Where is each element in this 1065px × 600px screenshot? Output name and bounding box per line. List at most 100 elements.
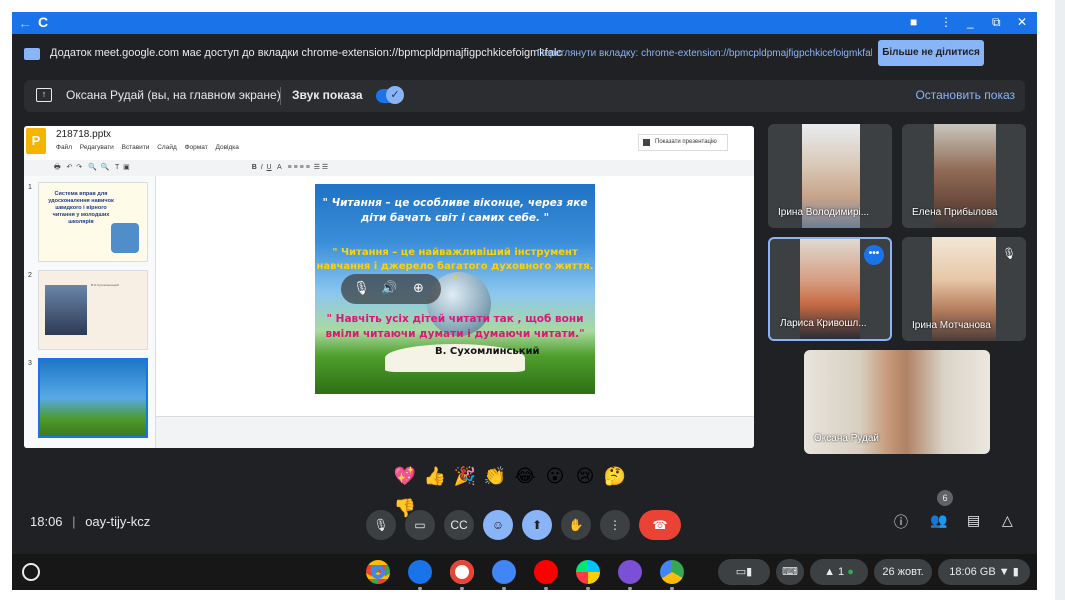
clock-label: 18:06 — [949, 566, 977, 578]
slide-thumbnails-panel: 1 Система вправ для удосконалення навичо… — [24, 176, 156, 448]
menu-insert[interactable]: Вставити — [122, 144, 150, 151]
back-arrow-icon[interactable]: ← — [18, 15, 32, 31]
screen-share-tray[interactable]: ▭▮ — [718, 559, 770, 585]
menu-file[interactable]: Файл — [56, 144, 72, 151]
stop-presenting-button[interactable]: Остановить показ — [915, 88, 1015, 102]
align-justify-icon[interactable]: ≡ — [306, 164, 310, 171]
more-vert-icon[interactable]: ⋮ — [940, 15, 952, 29]
tab-sharing-infobar: Додаток meet.google.com має доступ до вк… — [12, 34, 1037, 76]
menu-edit[interactable]: Редагувати — [80, 144, 114, 151]
present-button[interactable]: Показати презентацію — [638, 134, 728, 151]
keyboard-tray[interactable]: ⌨ — [776, 559, 804, 585]
bulleted-list-icon[interactable]: ☰ — [322, 164, 328, 171]
camera-button[interactable]: ▭ — [405, 510, 435, 540]
gmail-icon[interactable] — [450, 560, 474, 590]
align-left-icon[interactable]: ≡ — [288, 164, 292, 171]
thumbs-up-reaction[interactable]: 👍 — [420, 460, 450, 492]
crying-reaction[interactable]: 😢 — [570, 460, 600, 492]
reactions-button[interactable]: ☺ — [483, 510, 513, 540]
mic-icon: 🎙 — [373, 518, 389, 532]
chat-icon[interactable]: ▤ — [967, 512, 980, 529]
raise-hand-button[interactable]: ✋ — [561, 510, 591, 540]
check-icon: ✓ — [386, 86, 404, 104]
present-screen-icon: ↑ — [36, 88, 52, 102]
play-store-icon[interactable] — [576, 560, 600, 590]
page-edge — [1055, 0, 1065, 600]
redo-icon[interactable]: ↷ — [76, 164, 82, 171]
locale-label: GB — [979, 566, 996, 578]
sparkling-heart-reaction[interactable]: 💖 — [390, 460, 420, 492]
clapping-reaction[interactable]: 👏 — [480, 460, 510, 492]
menu-help[interactable]: Довідка — [215, 144, 238, 151]
files-icon[interactable] — [408, 560, 432, 590]
notifications-tray[interactable]: ▲ 1 ● — [810, 559, 868, 585]
viber-icon[interactable] — [618, 560, 642, 590]
underline-icon[interactable]: U — [267, 164, 272, 171]
more-options-icon[interactable]: ••• — [864, 245, 884, 265]
meeting-time-and-code: 18:06 | oay-tijy-kcz — [30, 514, 150, 529]
status-tray[interactable]: 18:06 GB ▼ ▮ — [938, 559, 1030, 585]
present-now-button[interactable]: ⬆ — [522, 510, 552, 540]
menu-slide[interactable]: Слайд — [157, 144, 177, 151]
participant-tile-selected[interactable]: ••• Лариса Кривошл... — [768, 237, 892, 341]
self-view-tile[interactable]: Оксана Рудай — [804, 350, 990, 454]
captions-button[interactable]: CC — [444, 510, 474, 540]
activities-icon[interactable]: △ — [1002, 512, 1013, 529]
leave-call-button[interactable]: ☎ — [639, 510, 681, 540]
microphone-button[interactable]: 🎙 — [366, 510, 396, 540]
presentation-audio-toggle[interactable]: ✓ — [376, 86, 404, 104]
launcher-icon[interactable] — [22, 563, 40, 581]
divider — [280, 87, 281, 105]
meet-icon[interactable] — [660, 560, 684, 590]
document-filename[interactable]: 218718.pptx — [56, 129, 111, 140]
undo-icon[interactable]: ↶ — [66, 164, 72, 171]
text-color-icon[interactable]: A — [277, 164, 282, 171]
mic-off-icon: 🎙 — [1002, 248, 1016, 260]
menu-format[interactable]: Формат — [185, 144, 208, 151]
zoom-out-icon[interactable]: 🔍 — [101, 164, 110, 171]
textbox-icon[interactable]: T — [115, 164, 119, 171]
laughing-reaction[interactable]: 😂 — [510, 460, 540, 492]
formatting-toolbar: 🖶 ↶ ↷ 🔍 🔍 T ▣ B I U A ≡ ≡ ≡ ≡ ☰ ☰ — [24, 160, 754, 176]
volume-icon[interactable]: 🔊 — [381, 280, 397, 296]
print-icon[interactable]: 🖶 — [54, 164, 61, 171]
more-options-button[interactable]: ⋮ — [600, 510, 630, 540]
restore-icon[interactable]: ⧉ — [992, 15, 1001, 30]
date-tray[interactable]: 26 жовт. — [874, 559, 932, 585]
meeting-code[interactable]: oay-tijy-kcz — [85, 514, 150, 529]
mic-off-icon[interactable]: 🎙 — [353, 280, 370, 296]
minimize-icon[interactable]: _ — [967, 15, 974, 29]
close-icon[interactable]: ✕ — [1017, 15, 1027, 29]
image-icon[interactable]: ▣ — [123, 164, 130, 171]
slide-thumbnail-3-selected[interactable] — [38, 358, 148, 438]
status-dot-icon: ● — [847, 566, 854, 578]
reload-icon[interactable]: C — [38, 14, 48, 30]
party-popper-reaction[interactable]: 🎉 — [450, 460, 480, 492]
docs-icon[interactable] — [492, 560, 516, 590]
pin-icon[interactable]: ⊕ — [413, 280, 424, 296]
zoom-in-icon[interactable]: 🔍 — [88, 164, 97, 171]
portrait-image — [45, 285, 87, 335]
align-right-icon[interactable]: ≡ — [300, 164, 304, 171]
meeting-details-icon[interactable]: ⓘ — [894, 512, 908, 532]
participant-tile[interactable]: 🎙 Ірина Мотчанова — [902, 237, 1026, 341]
participant-name: Оксана Рудай — [814, 433, 880, 444]
participant-tile[interactable]: Елена Прибылова — [902, 124, 1026, 228]
thumbnail-illustration — [111, 223, 139, 253]
stop-sharing-button[interactable]: Більше не ділитися — [878, 40, 984, 66]
align-center-icon[interactable]: ≡ — [294, 164, 298, 171]
slide-thumbnail-2[interactable]: В.О.Сухомлинський — [38, 270, 148, 350]
slide-thumbnail-1[interactable]: Система вправ для удосконалення навичок … — [38, 182, 148, 262]
keyboard-icon: ⌨ — [782, 566, 798, 578]
thinking-reaction[interactable]: 🤔 — [600, 460, 630, 492]
chrome-icon[interactable] — [366, 560, 390, 584]
speaker-notes-area[interactable] — [156, 416, 754, 448]
numbered-list-icon[interactable]: ☰ — [314, 164, 320, 171]
surprised-reaction[interactable]: 😮 — [540, 460, 570, 492]
italic-icon[interactable]: I — [261, 164, 263, 171]
bold-icon[interactable]: B — [252, 164, 257, 171]
view-shared-tab-button[interactable]: Переглянути вкладку: chrome-extension://… — [527, 42, 872, 66]
youtube-icon[interactable] — [534, 560, 558, 590]
participant-tile[interactable]: Ірина Володимирі... — [768, 124, 892, 228]
people-icon[interactable]: 👥 — [930, 512, 947, 529]
